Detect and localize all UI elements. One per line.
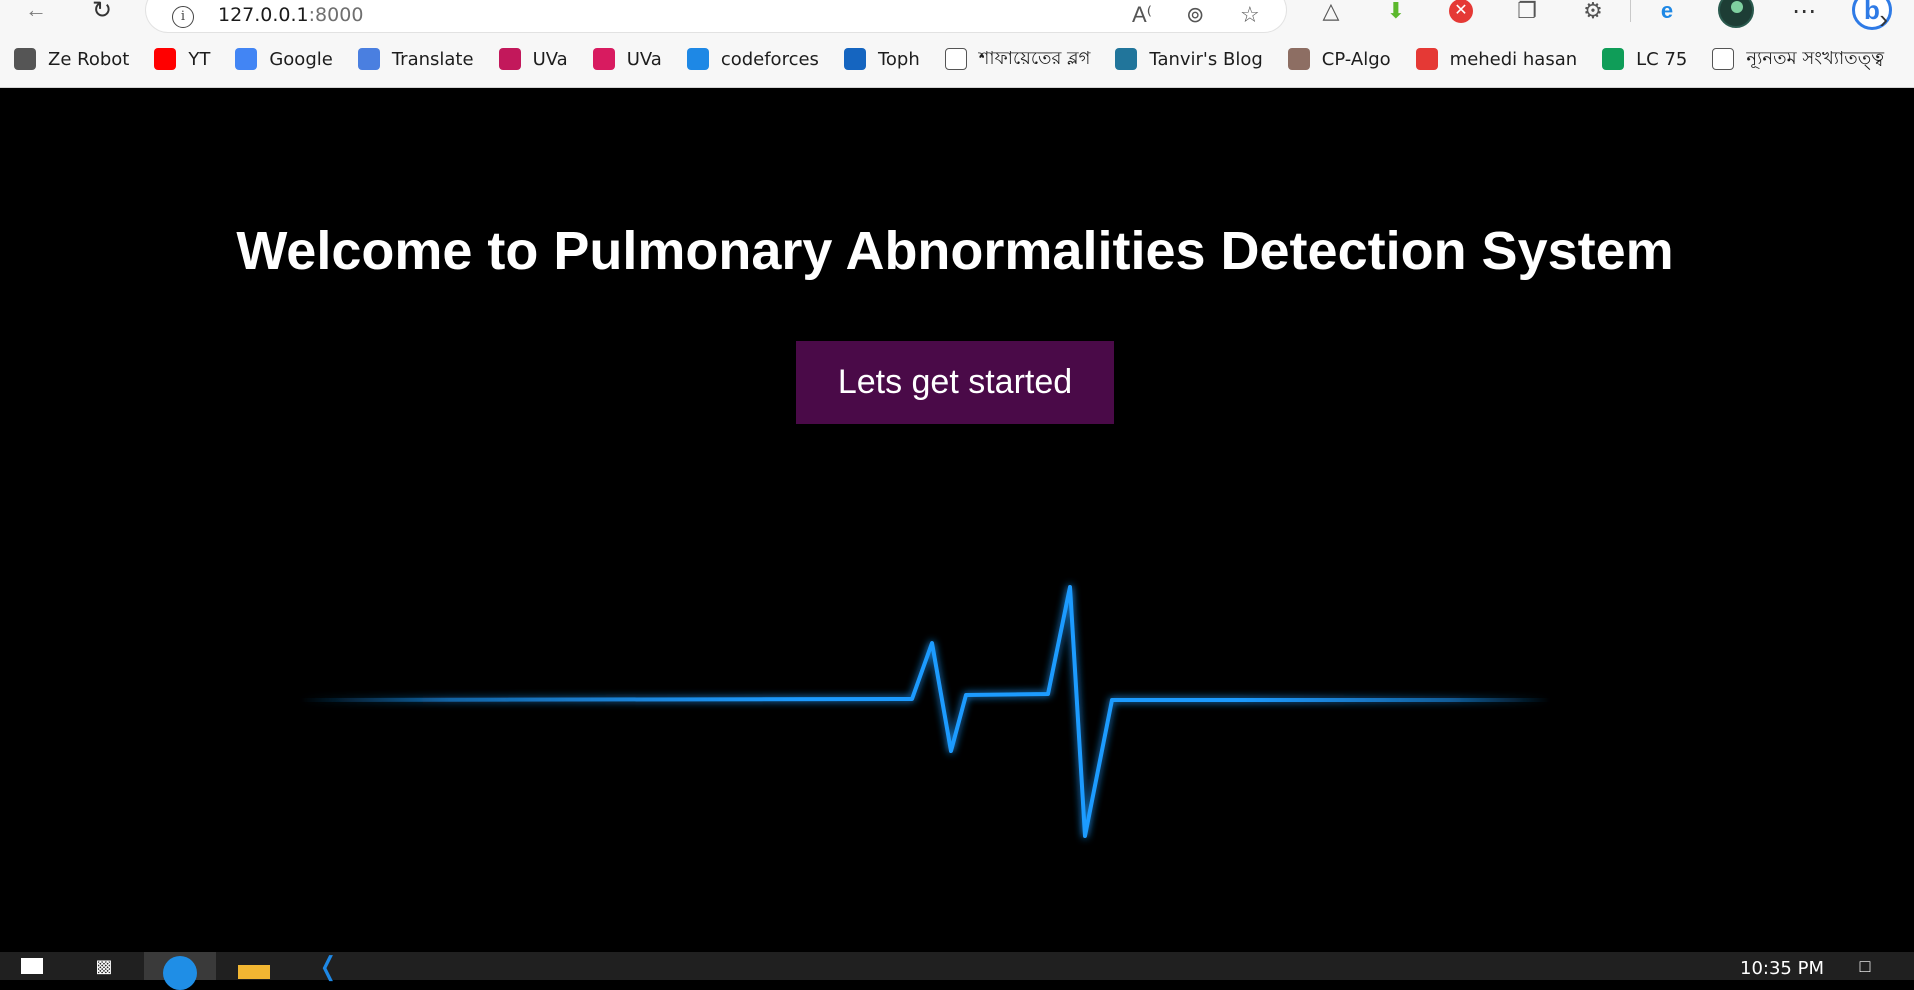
page-icon [944,48,967,70]
bookmark-label: UVa [626,48,662,70]
bookmark-item[interactable]: Ze Robot [14,42,129,76]
heartbeat-trace [300,585,1550,838]
bookmark-item[interactable]: Tanvir's Blog [1115,42,1263,76]
page-content: Welcome to Pulmonary Abnormalities Detec… [0,88,1914,952]
collections-icon[interactable]: ❐ [1512,0,1542,26]
bookmark-item[interactable]: YT [154,42,210,76]
bookmark-item[interactable]: UVa [498,42,568,76]
bookmark-item[interactable]: mehedi hasan [1415,42,1578,76]
link-icon [1712,48,1735,70]
address-bar[interactable]: i 127.0.0.1:8000 A⁽ ⊚ ☆ [146,0,1286,32]
youtube-icon [154,48,177,70]
pdf-icon[interactable]: △ [1316,0,1346,26]
bookmark-item[interactable]: CP-Algo [1287,42,1391,76]
bookmark-label: mehedi hasan [1449,48,1578,70]
page-title: Welcome to Pulmonary Abnormalities Detec… [236,221,1674,281]
read-aloud-icon[interactable]: A⁽ [1132,2,1152,28]
toph-icon [843,48,866,70]
uva-icon [498,48,521,70]
bookmarks-bar: Ze Robot YT Google Translate UVa UVa codeforce… [0,40,1914,78]
translate-icon [357,48,380,70]
bookmark-label: Toph [877,48,920,70]
download-icon[interactable]: ⬇ [1381,0,1411,26]
bookmark-label: codeforces [720,48,819,70]
bookmark-label: ন্যূনতম সংখ্যাতত্ত্ব [1746,47,1885,69]
bookmark-label: YT [188,48,211,70]
bookmark-label: Ze Robot [48,48,130,70]
bookmark-item[interactable]: Translate [357,42,474,76]
block-icon[interactable]: ✕ [1446,0,1476,26]
reload-button[interactable]: ↻ [86,0,118,26]
extensions-icon[interactable]: ⚙ [1578,0,1608,26]
vscode-icon[interactable]: ❬ [310,951,346,981]
task-view-icon[interactable]: ▩ [86,952,122,980]
url-port: :8000 [308,4,364,26]
more-menu-icon[interactable]: ⋯ [1789,0,1819,26]
zoom-out-icon[interactable]: ⊚ [1186,2,1204,28]
codeforces-icon [686,48,709,70]
address-url[interactable]: 127.0.0.1:8000 [218,4,363,26]
url-host: 127.0.0.1 [218,4,309,26]
add-favorite-icon[interactable]: ☆ [1240,2,1260,28]
toolbar-divider [1630,0,1631,22]
bookmark-item[interactable]: Google [235,42,333,76]
windows-taskbar: ▩ ❬ 10:35 PM □ [0,951,1914,990]
robot-icon [14,48,36,70]
bookmark-label: UVa [532,48,568,70]
uva-icon [592,48,615,70]
google-icon [235,48,258,70]
heartbeat-line-graphic [300,585,1550,838]
bookmarks-overflow-chevron-icon[interactable]: › [1879,0,1888,38]
bookmark-item[interactable]: LC 75 [1602,42,1687,76]
file-explorer-icon[interactable] [236,952,272,980]
bookmark-item[interactable]: UVa [592,42,662,76]
bookmark-label: Google [269,48,333,70]
bookmark-label: Tanvir's Blog [1149,48,1263,70]
bookmark-item[interactable]: Toph [843,42,920,76]
edge-ie-icon[interactable]: e [1652,0,1682,26]
bookmark-item[interactable]: শাফায়েতের ব্লগ [944,42,1091,76]
arrow-left-icon: ← [25,0,47,22]
edge-taskbar-icon[interactable] [144,952,216,990]
back-button[interactable]: ← [20,0,52,26]
bookmark-label: LC 75 [1636,48,1688,70]
bookmark-item[interactable]: ন্যূনতম সংখ্যাতত্ত্ব [1712,42,1884,76]
bookmark-label: শাফায়েতের ব্লগ [978,47,1091,69]
wordpress-icon [1115,48,1138,70]
profile-avatar[interactable] [1718,0,1754,28]
bookmark-label: CP-Algo [1321,48,1391,70]
sheets-icon [1602,48,1625,70]
mehedi-icon [1415,48,1438,70]
browser-toolbar: ← ↻ i 127.0.0.1:8000 A⁽ ⊚ ☆ △ ⬇ ✕ ❐ ⚙ e … [0,0,1914,40]
windows-start-icon[interactable] [14,952,50,980]
reload-icon: ↻ [91,0,113,24]
bookmark-item[interactable]: codeforces [686,42,819,76]
get-started-button[interactable]: Lets get started [796,341,1114,424]
site-info-icon[interactable]: i [172,6,194,28]
browser-chrome: ← ↻ i 127.0.0.1:8000 A⁽ ⊚ ☆ △ ⬇ ✕ ❐ ⚙ e … [0,0,1914,88]
notification-icon[interactable]: □ [1850,952,1880,980]
cp-algo-icon [1287,48,1310,70]
taskbar-clock: 10:35 PM [1740,958,1824,979]
bookmark-label: Translate [391,48,474,70]
